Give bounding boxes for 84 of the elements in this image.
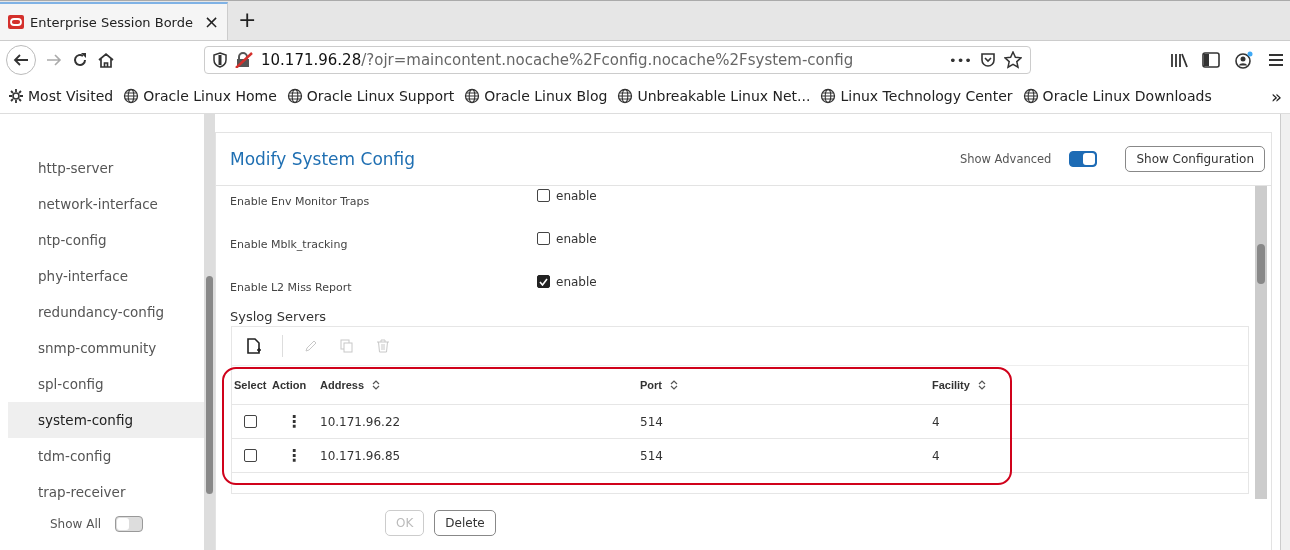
globe-icon	[464, 88, 481, 104]
row-checkbox[interactable]	[244, 449, 257, 462]
tab-close-button[interactable]: ×	[203, 13, 219, 31]
section-title: Syslog Servers	[230, 308, 328, 326]
table-cell-text: 514	[640, 414, 664, 429]
column-header: Action	[272, 379, 307, 391]
table-cell-text: 514	[640, 448, 664, 463]
shield-icon[interactable]	[213, 52, 227, 68]
globe-icon	[286, 88, 303, 104]
reload-icon[interactable]	[72, 52, 88, 68]
pocket-icon[interactable]	[980, 52, 996, 68]
checkbox[interactable]	[537, 189, 550, 202]
tab-title: Enterprise Session Borde	[30, 14, 194, 30]
sidebar-item[interactable]: phy-interface	[8, 258, 204, 294]
globe-icon	[1022, 88, 1039, 104]
row-actions-button[interactable]: ⋮	[272, 412, 320, 431]
page-scrollbar[interactable]	[1280, 114, 1290, 550]
sidebar-scrollbar[interactable]	[204, 114, 215, 550]
bookmark-link[interactable]: Linux Technology Center	[820, 88, 1013, 104]
show-all-label: Show All	[50, 517, 102, 531]
address-bar[interactable]: 10.171.96.28/?ojr=maincontent.nocache%2Fconfig.nocache%2Fsystem-config •••	[204, 46, 1031, 74]
gear-icon	[8, 88, 24, 104]
show-advanced-toggle[interactable]	[1069, 151, 1098, 167]
table-cell-text: 10.171.96.85	[320, 448, 402, 463]
bookmark-link[interactable]: Oracle Linux Home	[123, 88, 277, 104]
sidebar-item[interactable]: tdm-config	[8, 438, 204, 474]
sidebar-icon[interactable]	[1202, 52, 1220, 68]
browser-tab[interactable]: Enterprise Session Borde ×	[0, 2, 228, 40]
bookmark-link[interactable]: Oracle Linux Downloads	[1022, 88, 1212, 104]
column-header[interactable]: Port	[640, 379, 662, 391]
field-label: Enable Mblk_tracking	[230, 237, 349, 251]
star-icon[interactable]	[1004, 51, 1022, 69]
row-actions-button[interactable]: ⋮	[272, 446, 320, 465]
table-cell-text: 4	[932, 448, 941, 463]
sidebar-item[interactable]: snmp-community	[8, 330, 204, 366]
checkbox-label: enable	[556, 231, 597, 246]
show-advanced-label: Show Advanced	[959, 152, 1052, 166]
column-header: Select	[234, 379, 267, 391]
sidebar-item[interactable]: network-interface	[8, 186, 204, 222]
sidebar-item[interactable]: http-server	[8, 150, 204, 186]
url-text: 10.171.96.28/?ojr=maincontent.nocache%2Fconfig.nocache%2Fsystem-config	[261, 51, 855, 69]
row-checkbox[interactable]	[244, 415, 257, 428]
menu-icon[interactable]	[1268, 53, 1284, 67]
table-cell-text: 10.171.96.22	[320, 414, 402, 429]
column-header[interactable]: Facility	[932, 379, 970, 391]
globe-icon	[820, 88, 837, 104]
new-tab-button[interactable]: +	[238, 9, 257, 31]
account-icon[interactable]	[1234, 51, 1254, 69]
table-cell-text: 4	[932, 414, 941, 429]
show-configuration-button[interactable]: Show Configuration	[1125, 146, 1265, 172]
globe-icon	[617, 88, 634, 104]
check-icon	[539, 277, 548, 286]
sidebar-item[interactable]: spl-config	[8, 366, 204, 402]
sidebar-item[interactable]: system-config	[8, 402, 204, 438]
checkbox[interactable]	[537, 232, 550, 245]
checkbox[interactable]	[537, 275, 550, 288]
column-header[interactable]: Address	[320, 379, 365, 391]
sort-icon[interactable]	[372, 380, 381, 390]
field-label: Enable Env Monitor Traps	[230, 194, 371, 208]
form-button[interactable]: Delete	[434, 510, 496, 536]
library-icon[interactable]	[1170, 52, 1188, 68]
sort-icon[interactable]	[977, 380, 986, 390]
sidebar-item[interactable]: trap-receiver	[8, 474, 204, 510]
show-all-toggle[interactable]	[115, 516, 144, 532]
globe-icon	[123, 88, 140, 104]
panel-scrollbar[interactable]	[1255, 186, 1267, 499]
bookmarks-folder[interactable]: Most Visited	[8, 88, 114, 104]
home-icon[interactable]	[98, 52, 114, 68]
panel-title: Modify System Config	[230, 149, 416, 169]
field-label: Enable L2 Miss Report	[230, 280, 353, 294]
page-actions-button[interactable]: •••	[949, 52, 972, 68]
checkbox-label: enable	[556, 274, 597, 289]
sort-icon[interactable]	[670, 380, 678, 390]
sidebar-item[interactable]: ntp-config	[8, 222, 204, 258]
checkbox-label: enable	[556, 188, 597, 203]
logo-icon	[8, 15, 24, 29]
bookmarks-overflow-button[interactable]: »	[1271, 85, 1282, 107]
insecure-lock-icon	[235, 52, 253, 68]
sidebar-item[interactable]: redundancy-config	[8, 294, 204, 330]
bookmark-link[interactable]: Oracle Linux Blog	[464, 88, 608, 104]
new-document-icon[interactable]	[246, 338, 262, 354]
bookmark-link[interactable]: Oracle Linux Support	[286, 88, 455, 104]
arrow-left-icon	[13, 53, 29, 67]
bookmark-link[interactable]: Unbreakable Linux Net...	[617, 88, 811, 104]
